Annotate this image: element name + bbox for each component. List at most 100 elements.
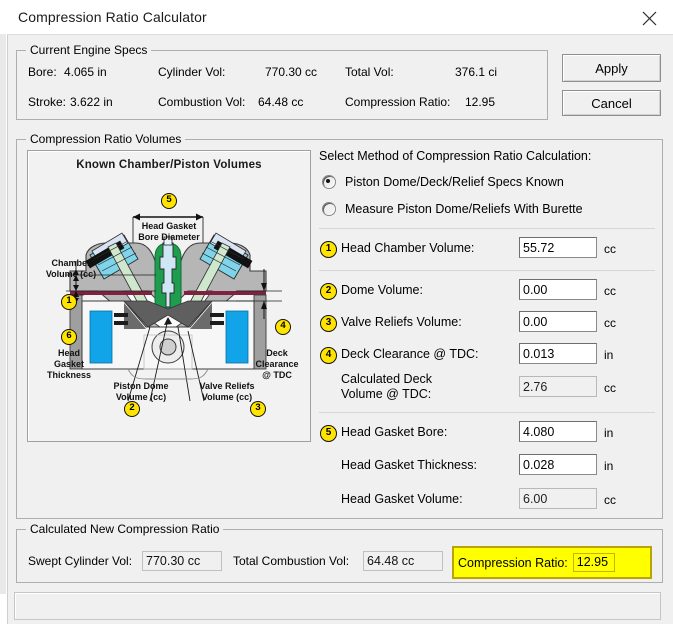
hgt-line3: Thickness <box>46 370 92 380</box>
field-unit-head-gasket-volume: cc <box>604 493 616 507</box>
field-unit-head-gasket-thickness: in <box>604 459 614 473</box>
field-input-valve-reliefs-volume[interactable] <box>519 311 597 332</box>
hgt-line1: Head <box>57 348 80 358</box>
scrollbar-thumb[interactable] <box>0 34 6 594</box>
diagram-badge-6: 6 <box>61 329 77 345</box>
diagram-label-piston-dome: Piston Dome Volume (cc) <box>98 381 184 403</box>
diagram-label-deck-clearance: Deck Clearance @ TDC <box>246 348 308 381</box>
diagram-badge-1: 1 <box>61 294 77 310</box>
radio-piston-dome-specs-known[interactable]: Piston Dome/Deck/Relief Specs Known <box>322 175 564 189</box>
valve-reliefs-line1: Valve Reliefs <box>199 381 255 391</box>
radio-label-burette: Measure Piston Dome/Reliefs With Burette <box>345 202 583 216</box>
field-badge-5: 5 <box>320 425 337 442</box>
spec-compression-ratio-label: Compression Ratio: <box>345 95 451 109</box>
field-unit-valve-reliefs-volume: cc <box>604 316 616 330</box>
compression-ratio-result-value: 12.95 <box>572 553 616 572</box>
field-badge-3: 3 <box>320 315 337 332</box>
spec-compression-ratio-value: 12.95 <box>465 95 496 109</box>
compression-ratio-result-label: Compression Ratio: <box>458 555 568 570</box>
diagram-label-head-gasket-thickness: Head Gasket Thickness <box>37 348 101 381</box>
field-label-head-gasket-bore: Head Gasket Bore: <box>341 425 448 439</box>
hgt-line2: Gasket <box>53 359 85 369</box>
diagram-badge-2: 2 <box>124 401 140 417</box>
valve-reliefs-line2: Volume (cc) <box>201 392 253 402</box>
diagram-badge-3: 3 <box>250 401 266 417</box>
deck-clear-line1: Deck <box>266 348 288 358</box>
diagram-label-chamber-volume: Chamber Volume (cc) <box>34 258 108 280</box>
hgbd-line1: Head Gasket <box>141 221 197 231</box>
field-input-dome-volume[interactable] <box>519 279 597 300</box>
field-input-calculated-deck-volume <box>519 376 597 397</box>
method-title: Select Method of Compression Ratio Calcu… <box>319 149 592 163</box>
compression-ratio-volumes-legend: Compression Ratio Volumes <box>26 132 186 146</box>
swept-cylinder-vol-value: 770.30 cc <box>142 551 222 571</box>
diagram-label-valve-reliefs: Valve Reliefs Volume (cc) <box>184 381 270 403</box>
cancel-button[interactable]: Cancel <box>562 90 661 116</box>
field-label-calculated-deck-volume: Calculated Deck Volume @ TDC: <box>341 372 432 402</box>
field-input-head-gasket-thickness[interactable] <box>519 454 597 475</box>
chamber-vol-line1: Chamber <box>51 258 91 268</box>
field-label-valve-reliefs-volume: Valve Reliefs Volume: <box>341 315 462 329</box>
radio-measure-with-burette[interactable]: Measure Piston Dome/Reliefs With Burette <box>322 202 583 216</box>
spec-total-vol-value: 376.1 ci <box>455 65 498 79</box>
field-badge-1: 1 <box>320 241 337 258</box>
spec-combustion-vol-value: 64.48 cc <box>258 95 304 109</box>
piston-dome-line2: Volume (cc) <box>115 392 167 402</box>
field-badge-4: 4 <box>320 347 337 364</box>
diagram-label-head-gasket-bore: Head Gasket Bore Diameter <box>125 221 213 243</box>
divider-2 <box>319 270 655 271</box>
field-input-head-gasket-volume <box>519 488 597 509</box>
field-label-head-gasket-thickness: Head Gasket Thickness: <box>341 458 477 472</box>
deck-clear-line2: Clearance <box>255 359 299 369</box>
field-unit-calculated-deck-volume: cc <box>604 381 616 395</box>
total-combustion-vol-value: 64.48 cc <box>363 551 443 571</box>
field-unit-head-gasket-bore: in <box>604 426 614 440</box>
field-input-head-gasket-bore[interactable] <box>519 421 597 442</box>
chamber-vol-line2: Volume (cc) <box>45 269 97 279</box>
current-engine-specs-group: Current Engine Specs <box>16 43 548 120</box>
field-label-head-gasket-volume: Head Gasket Volume: <box>341 492 463 506</box>
close-button[interactable] <box>627 0 673 33</box>
diagram-badge-5: 5 <box>161 193 177 209</box>
calculated-ratio-legend: Calculated New Compression Ratio <box>26 522 224 536</box>
spec-stroke-value: 3.622 in <box>70 95 113 109</box>
spec-cylinder-vol-label: Cylinder Vol: <box>158 65 226 79</box>
spec-bore-label: Bore: <box>28 65 57 79</box>
engine-diagram-panel: Known Chamber/Piston Volumes Head Gasket… <box>27 150 311 442</box>
total-combustion-vol-label: Total Combustion Vol: <box>233 554 350 568</box>
piston-dome-line1: Piston Dome <box>113 381 169 391</box>
current-engine-specs-legend: Current Engine Specs <box>26 43 152 57</box>
spec-combustion-vol-label: Combustion Vol: <box>158 95 246 109</box>
spec-stroke-label: Stroke: <box>28 95 67 109</box>
compression-ratio-result-box: Compression Ratio: 12.95 <box>452 546 652 579</box>
hgbd-line2: Bore Diameter <box>138 232 200 242</box>
title-bar: Compression Ratio Calculator <box>7 0 673 35</box>
compression-ratio-calculator-window: Compression Ratio Calculator Current Eng… <box>0 0 673 624</box>
deck-clear-line3: @ TDC <box>262 370 292 380</box>
swept-cylinder-vol-label: Swept Cylinder Vol: <box>28 554 133 568</box>
field-label-deck-clearance-tdc: Deck Clearance @ TDC: <box>341 347 479 361</box>
field-label-head-chamber-volume: Head Chamber Volume: <box>341 241 475 255</box>
window-left-scrollbar[interactable] <box>0 0 8 624</box>
divider-3 <box>319 412 655 413</box>
field-unit-head-chamber-volume: cc <box>604 242 616 256</box>
spec-total-vol-label: Total Vol: <box>345 65 394 79</box>
field-unit-deck-clearance-tdc: in <box>604 348 614 362</box>
diagram-badge-4: 4 <box>275 319 291 335</box>
spec-cylinder-vol-value: 770.30 cc <box>265 65 318 79</box>
field-badge-2: 2 <box>320 283 337 300</box>
radio-label-specs-known: Piston Dome/Deck/Relief Specs Known <box>345 175 564 189</box>
field-input-deck-clearance-tdc[interactable] <box>519 343 597 364</box>
radio-indicator-specs-known[interactable] <box>322 175 336 189</box>
calc-deck-vol-line1: Calculated Deck <box>341 372 433 386</box>
spec-bore-value: 4.065 in <box>64 65 107 79</box>
divider-1 <box>319 228 655 229</box>
window-title: Compression Ratio Calculator <box>18 9 207 25</box>
field-input-head-chamber-volume[interactable] <box>519 237 597 258</box>
field-label-dome-volume: Dome Volume: <box>341 283 423 297</box>
apply-button[interactable]: Apply <box>562 54 661 82</box>
status-bar <box>14 592 661 620</box>
radio-indicator-burette[interactable] <box>322 202 336 216</box>
field-unit-dome-volume: cc <box>604 284 616 298</box>
calc-deck-vol-line2: Volume @ TDC: <box>341 387 432 401</box>
